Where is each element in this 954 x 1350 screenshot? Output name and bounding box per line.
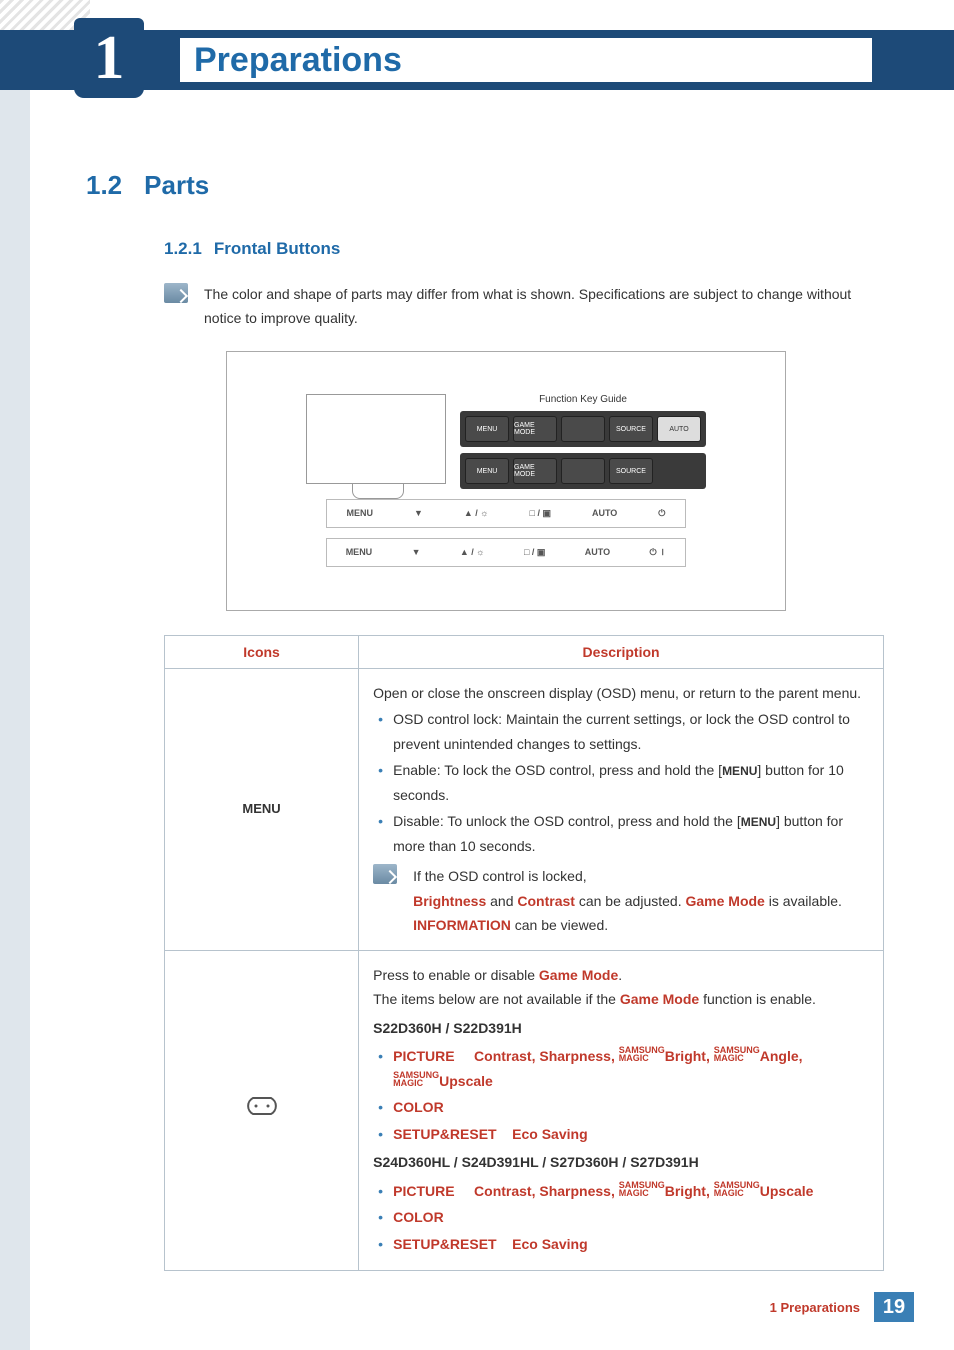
chapter-number-badge: 1 <box>74 18 144 98</box>
list-item: COLOR <box>373 1095 869 1120</box>
model-group-a: S22D360H / S22D391H <box>373 1016 869 1041</box>
section-heading: 1.2 Parts <box>86 170 884 201</box>
subsection-heading: 1.2.1 Frontal Buttons <box>164 239 884 259</box>
subsection-title: Frontal Buttons <box>214 239 341 258</box>
note-text: The color and shape of parts may differ … <box>204 283 884 331</box>
chapter-number: 1 <box>94 23 125 94</box>
btn-power: ⏻ <box>658 508 665 519</box>
desc-menu: Open or close the onscreen display (OSD)… <box>359 668 884 950</box>
subnote-lead: If the OSD control is locked, <box>413 864 869 889</box>
button-strip-2: MENU ▼ ▲ / ☼ □ / ▣ AUTO ⏻ ⏽ <box>326 538 686 567</box>
osd-source: SOURCE <box>609 416 653 442</box>
btn-auto: AUTO <box>592 508 617 519</box>
function-key-guide-label: Function Key Guide <box>460 394 706 405</box>
section-number: 1.2 <box>86 170 122 200</box>
list-item: Enable: To lock the OSD control, press a… <box>373 758 869 807</box>
osd-game-mode: GAME MODE <box>513 416 557 442</box>
osd-source: SOURCE <box>609 458 653 484</box>
list-item: OSD control lock: Maintain the current s… <box>373 707 869 756</box>
osd-auto: AUTO <box>657 416 701 442</box>
icons-table: Icons Description MENU Open or close the… <box>164 635 884 1272</box>
note-icon <box>373 864 397 884</box>
osd-strip-2: MENU GAME MODE SOURCE <box>460 453 706 489</box>
osd-brightness <box>561 416 605 442</box>
subnote-body: Brightness and Contrast can be adjusted.… <box>413 889 869 938</box>
sub-note: If the OSD control is locked, Brightness… <box>373 864 869 938</box>
table-row: Press to enable or disable Game Mode. Th… <box>165 950 884 1271</box>
frontal-buttons-diagram: Function Key Guide MENU GAME MODE SOURCE… <box>226 351 786 611</box>
chapter-title: Preparations <box>180 38 872 82</box>
gamepad-icon <box>244 1094 280 1118</box>
osd-menu: MENU <box>465 416 509 442</box>
monitor-illustration <box>306 394 446 484</box>
btn-menu: MENU <box>346 508 373 519</box>
note-icon <box>164 283 188 303</box>
page-footer: 1 Preparations 19 <box>770 1292 914 1322</box>
subsection-number: 1.2.1 <box>164 239 202 258</box>
th-icons: Icons <box>165 635 359 668</box>
osd-menu: MENU <box>465 458 509 484</box>
btn-source: □ / ▣ <box>530 508 551 519</box>
list-item: SETUP&RESET Eco Saving <box>373 1232 869 1257</box>
list-item: SETUP&RESET Eco Saving <box>373 1122 869 1147</box>
list-item: PICTURE Contrast, Sharpness, SAMSUNGMAGI… <box>373 1044 869 1093</box>
list-item: COLOR <box>373 1205 869 1230</box>
page-number: 19 <box>874 1292 914 1322</box>
button-strip-1: MENU ▼ ▲ / ☼ □ / ▣ AUTO ⏻ <box>326 499 686 528</box>
osd-game-mode: GAME MODE <box>513 458 557 484</box>
btn-source: □ / ▣ <box>524 547 545 558</box>
osd-strip-1: MENU GAME MODE SOURCE AUTO <box>460 411 706 447</box>
btn-down: ▼ <box>414 508 423 519</box>
icon-gamepad <box>165 950 359 1271</box>
list-item: PICTURE Contrast, Sharpness, SAMSUNGMAGI… <box>373 1179 869 1204</box>
btn-down: ▼ <box>412 547 421 558</box>
model-group-b: S24D360HL / S24D391HL / S27D360H / S27D3… <box>373 1150 869 1175</box>
note-block: The color and shape of parts may differ … <box>164 283 884 331</box>
section-title: Parts <box>144 170 209 200</box>
list-item: Disable: To unlock the OSD control, pres… <box>373 809 869 858</box>
footer-label: 1 Preparations <box>770 1300 860 1315</box>
btn-menu: MENU <box>346 547 373 558</box>
table-row: MENU Open or close the onscreen display … <box>165 668 884 950</box>
btn-up-bright: ▲ / ☼ <box>464 508 489 519</box>
th-description: Description <box>359 635 884 668</box>
btn-up-bright: ▲ / ☼ <box>460 547 485 558</box>
icon-menu-label: MENU <box>165 668 359 950</box>
btn-power: ⏻ ⏽ <box>650 547 667 558</box>
page-content: 1.2 Parts 1.2.1 Frontal Buttons The color … <box>86 170 884 1271</box>
btn-auto: AUTO <box>585 547 610 558</box>
menu-intro: Open or close the onscreen display (OSD)… <box>373 681 869 706</box>
desc-gamemode: Press to enable or disable Game Mode. Th… <box>359 950 884 1271</box>
osd-brightness <box>561 458 605 484</box>
left-rail <box>0 30 30 1350</box>
